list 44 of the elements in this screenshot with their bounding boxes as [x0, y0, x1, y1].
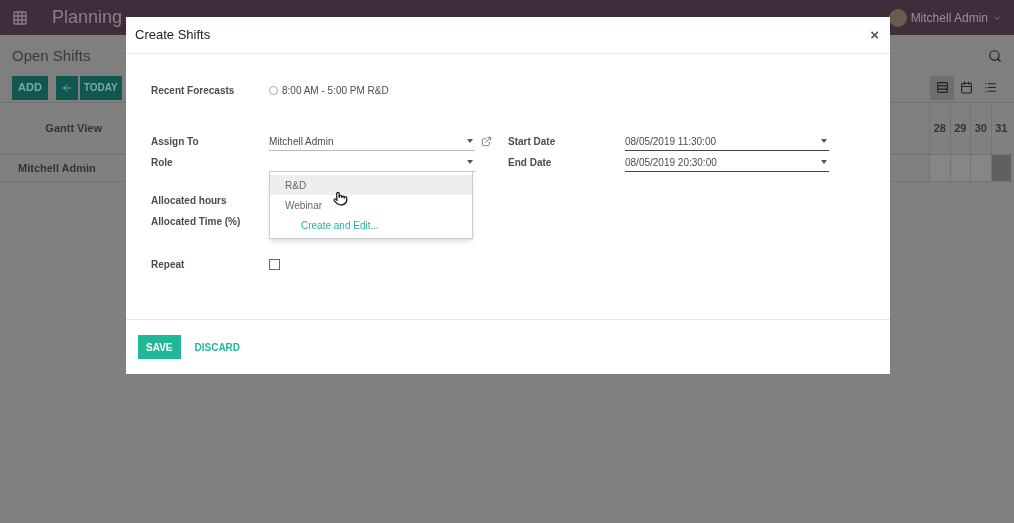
- date-field[interactable]: 08/05/2019 11:30:00: [625, 132, 829, 151]
- dropdown-item[interactable]: R&D: [270, 175, 472, 195]
- radio-label[interactable]: 8:00 AM - 5:00 PM R&D: [282, 82, 389, 98]
- caret-icon: [467, 160, 473, 164]
- create-and-edit-link[interactable]: Create and Edit...: [301, 217, 379, 233]
- field-label: Role: [151, 156, 174, 170]
- day-header: 31: [990, 103, 1011, 154]
- gantt-view-button[interactable]: [930, 75, 954, 100]
- day-header: 28: [929, 103, 950, 154]
- list-icon: [983, 81, 997, 94]
- external-link-icon[interactable]: [481, 136, 492, 147]
- cursor-icon: [333, 191, 348, 206]
- day-header: 29: [949, 103, 970, 154]
- page-title: Open Shifts: [12, 46, 91, 66]
- caret-icon: [821, 139, 827, 143]
- caret-icon: [467, 139, 473, 143]
- day-header: 30: [970, 103, 991, 154]
- field-label: Allocated Time (%): [151, 215, 242, 229]
- field-label: End Date: [508, 156, 553, 170]
- rows-icon: [935, 81, 949, 94]
- apps-menu-icon[interactable]: [12, 9, 28, 26]
- today-button[interactable]: TODAY: [79, 75, 122, 100]
- app-title: Planning: [52, 6, 123, 29]
- date-field[interactable]: 08/05/2019 20:30:00: [625, 153, 829, 172]
- field-label: Start Date: [508, 135, 557, 149]
- dialog-title: Create Shifts: [135, 26, 211, 45]
- row-label: Mitchell Admin: [17, 160, 97, 176]
- previous-button[interactable]: [55, 75, 78, 100]
- field-label: Recent Forecasts: [151, 83, 236, 98]
- add-button[interactable]: ADD: [12, 75, 48, 100]
- caret-icon: [821, 160, 827, 164]
- checkbox[interactable]: [269, 259, 280, 270]
- gantt-corner-header: Gantt View: [45, 121, 102, 137]
- field-label: Allocated hours: [151, 194, 228, 208]
- avatar: [888, 8, 907, 27]
- field-label: Repeat: [151, 258, 186, 272]
- arrow-left-icon: [60, 81, 73, 94]
- close-button[interactable]: ×: [870, 23, 879, 47]
- calendar-icon: [959, 81, 973, 94]
- assign-to-field[interactable]: Mitchell Admin: [269, 132, 475, 151]
- user-menu[interactable]: Mitchell Admin: [910, 8, 988, 27]
- search-icon[interactable]: [988, 49, 1002, 64]
- dropdown-item[interactable]: Webinar: [270, 195, 472, 215]
- field-label: Assign To: [151, 135, 200, 149]
